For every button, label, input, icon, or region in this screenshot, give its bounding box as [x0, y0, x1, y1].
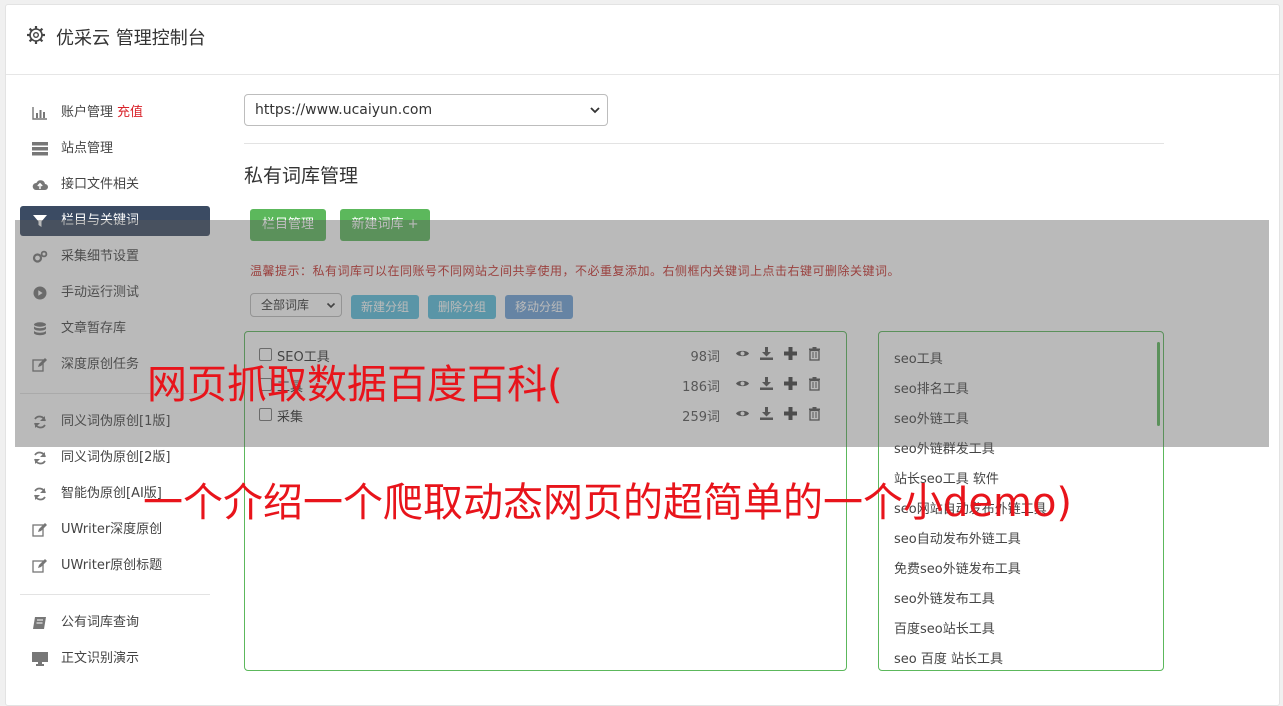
- sidebar-item-text-recognition[interactable]: 正文识别演示: [20, 644, 210, 674]
- overlay-headline-2: 一个介绍一个爬取动态网页的超简单的一个小demo): [143, 480, 1073, 526]
- gear-icon: [27, 26, 45, 44]
- chevron-down-icon: [590, 107, 600, 114]
- sidebar-item-account[interactable]: 账户管理 充值: [20, 98, 210, 128]
- server-icon: [32, 142, 48, 156]
- site-select-value: https://www.ucaiyun.com: [255, 102, 433, 118]
- sidebar-item-api-files[interactable]: 接口文件相关: [20, 170, 210, 200]
- sidebar-item-label: 接口文件相关: [61, 177, 140, 192]
- header: 优采云 管理控制台: [6, 5, 1279, 75]
- keyword-item[interactable]: 免费seo外链发布工具: [894, 558, 1021, 577]
- edit-icon: [32, 523, 47, 537]
- keyword-item[interactable]: seo 百度 站长工具: [894, 648, 1003, 667]
- sidebar-item-label: 公有词库查询: [61, 615, 140, 630]
- page-title: 优采云 管理控制台: [56, 28, 206, 49]
- sidebar-item-synonym-v2[interactable]: 同义词伪原创[2版]: [20, 443, 210, 473]
- sidebar-item-uwriter-title[interactable]: UWriter原创标题: [20, 551, 210, 581]
- recharge-link[interactable]: 充值: [117, 105, 143, 120]
- edit-icon: [32, 559, 47, 573]
- sidebar-divider: [20, 594, 210, 595]
- sidebar-item-label: 账户管理: [61, 105, 114, 120]
- sidebar-item-sites[interactable]: 站点管理: [20, 134, 210, 164]
- cloud-upload-icon: [32, 180, 48, 190]
- gray-overlay-band: [15, 220, 1269, 447]
- refresh-icon: [34, 451, 46, 465]
- bar-chart-icon: [32, 107, 47, 120]
- sidebar-item-public-library[interactable]: 公有词库查询: [20, 608, 210, 638]
- divider: [244, 143, 1164, 144]
- overlay-headline-1: 网页抓取数据百度百科(: [147, 362, 563, 408]
- sidebar-item-label: 正文识别演示: [61, 651, 140, 666]
- sidebar-item-label: 同义词伪原创[2版]: [61, 450, 171, 465]
- keyword-item[interactable]: seo自动发布外链工具: [894, 528, 1021, 547]
- refresh-icon: [34, 487, 46, 501]
- section-title: 私有词库管理: [244, 165, 359, 187]
- keyword-item[interactable]: seo外链发布工具: [894, 588, 995, 607]
- site-select[interactable]: https://www.ucaiyun.com: [244, 94, 608, 126]
- book-icon: [33, 617, 46, 629]
- sidebar-item-label: 站点管理: [61, 141, 114, 156]
- keyword-item[interactable]: 百度seo站长工具: [894, 618, 995, 637]
- monitor-icon: [32, 652, 48, 666]
- sidebar-item-label: UWriter原创标题: [61, 558, 163, 573]
